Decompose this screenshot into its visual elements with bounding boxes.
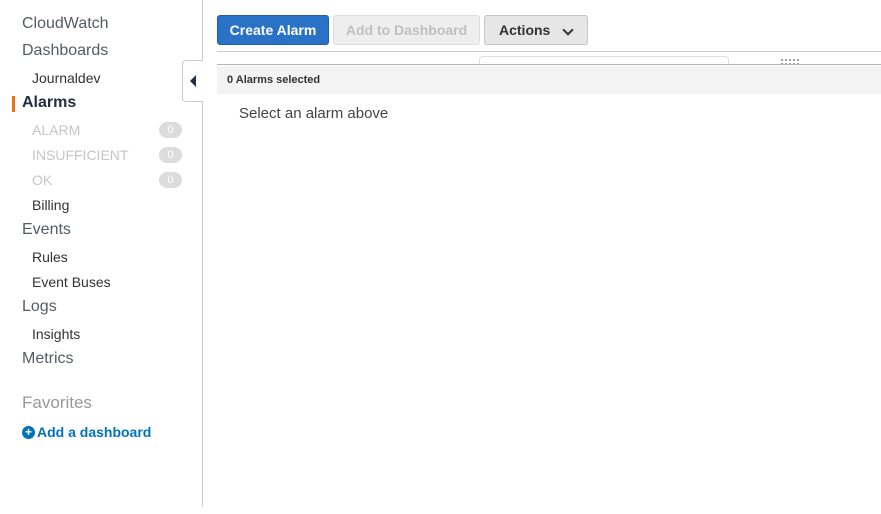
nav-alarm-state-alarm[interactable]: ALARM	[32, 122, 80, 138]
nav-dashboard-journaldev[interactable]: Journaldev	[32, 70, 101, 86]
selection-bar: 0 Alarms selected	[217, 66, 881, 94]
alarm-count-badge: 0	[159, 122, 182, 138]
divider-top-line	[217, 51, 881, 52]
empty-detail-message: Select an alarm above	[239, 105, 389, 122]
sidebar-nav: CloudWatch Dashboards Journaldev Alarms …	[0, 0, 203, 507]
nav-logs[interactable]: Logs	[22, 298, 57, 316]
nav-dashboards[interactable]: Dashboards	[22, 42, 108, 60]
plus-circle-icon: +	[22, 425, 35, 439]
chevron-down-icon	[562, 24, 574, 36]
collapse-sidebar-button[interactable]	[182, 60, 203, 102]
actions-label: Actions	[499, 22, 551, 38]
nav-insights[interactable]: Insights	[32, 326, 80, 342]
ok-count-badge: 0	[159, 172, 182, 188]
insufficient-count-badge: 0	[159, 147, 182, 163]
actions-dropdown-button[interactable]: Actions	[484, 15, 588, 45]
add-to-dashboard-button[interactable]: Add to Dashboard	[333, 15, 480, 45]
divider-bottom-line	[217, 64, 881, 65]
favorites-heading: Favorites	[22, 393, 92, 412]
nav-alarm-state-ok[interactable]: OK	[32, 172, 52, 188]
nav-metrics[interactable]: Metrics	[22, 350, 74, 368]
nav-cloudwatch[interactable]: CloudWatch	[22, 15, 109, 33]
create-alarm-button[interactable]: Create Alarm	[217, 15, 329, 45]
add-dashboard-label: Add a dashboard	[37, 424, 152, 440]
selection-count: 0 Alarms selected	[227, 74, 321, 86]
nav-alarm-state-insufficient[interactable]: INSUFFICIENT	[32, 147, 128, 163]
nav-event-buses[interactable]: Event Buses	[32, 274, 111, 290]
nav-events[interactable]: Events	[22, 221, 71, 239]
caret-left-icon	[190, 75, 196, 87]
nav-rules[interactable]: Rules	[32, 249, 68, 265]
active-indicator	[12, 96, 15, 112]
alarm-list-divider	[217, 51, 881, 65]
nav-alarms[interactable]: Alarms	[22, 94, 76, 112]
add-dashboard-link[interactable]: + Add a dashboard	[22, 424, 151, 440]
nav-billing[interactable]: Billing	[32, 197, 69, 213]
